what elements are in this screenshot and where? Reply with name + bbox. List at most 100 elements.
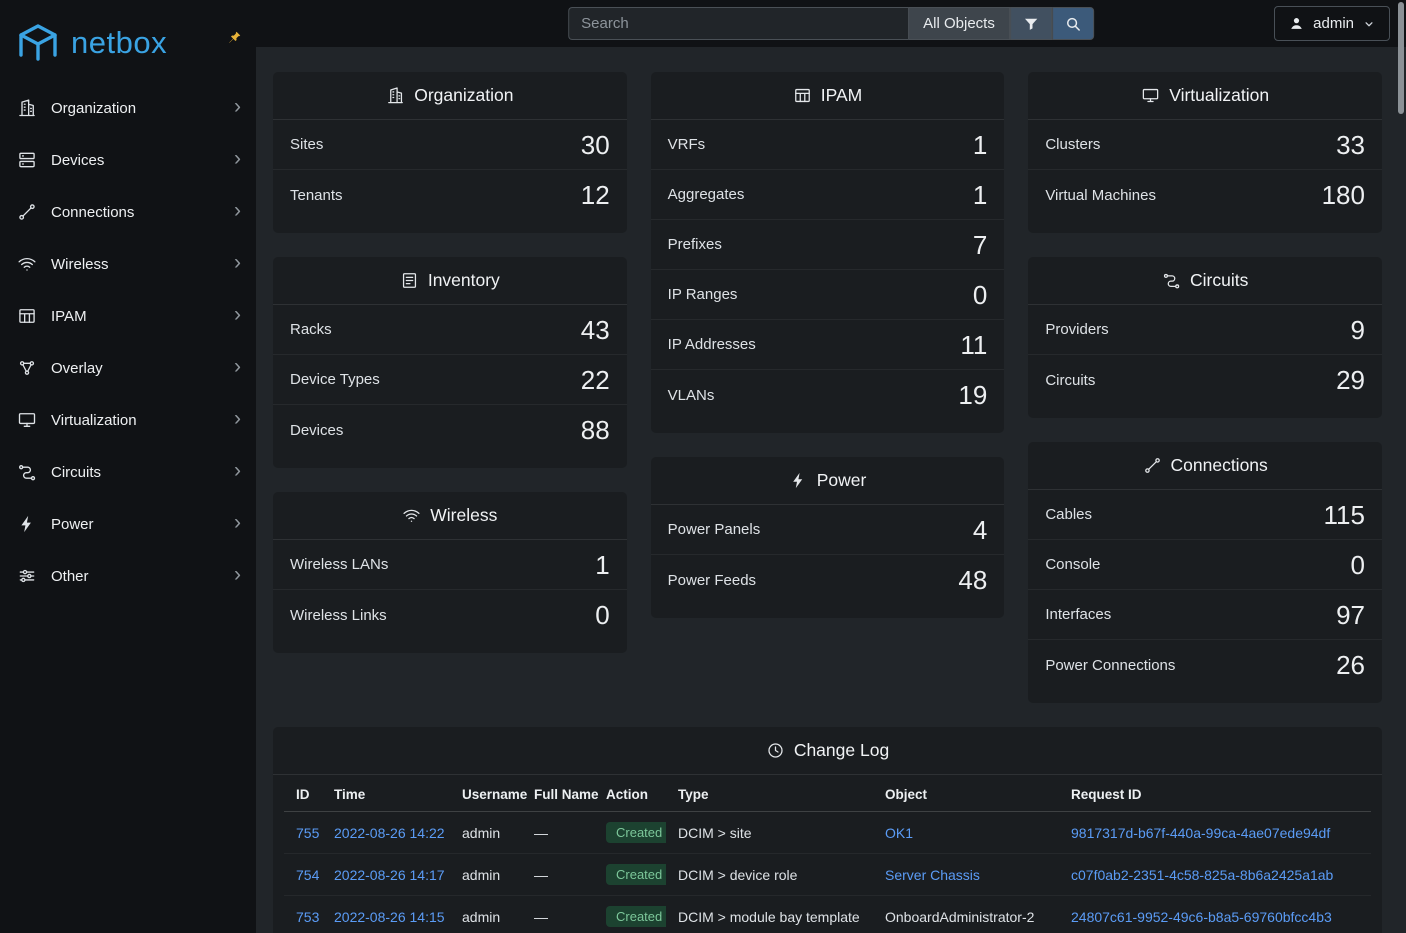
stat-value[interactable]: 48 (958, 567, 987, 593)
chevron-right-icon: › (234, 408, 241, 429)
stat-value[interactable]: 33 (1336, 132, 1365, 158)
sidebar-item-power[interactable]: Power› (0, 498, 256, 550)
stat-value[interactable]: 11 (960, 332, 987, 358)
bolt-icon (17, 514, 37, 534)
stat-value[interactable]: 12 (581, 182, 610, 208)
sidebar-item-overlay[interactable]: Overlay› (0, 342, 256, 394)
sidebar-item-devices[interactable]: Devices› (0, 134, 256, 186)
stat-label: Circuits (1045, 372, 1095, 389)
stat-row-console: Console0 (1028, 540, 1382, 590)
sidebar-item-circuits[interactable]: Circuits› (0, 446, 256, 498)
chevron-right-icon: › (234, 200, 241, 221)
dashboard-column: OrganizationSites30Tenants12InventoryRac… (273, 72, 627, 653)
sidebar-item-virtualization[interactable]: Virtualization› (0, 394, 256, 446)
column-header-time: Time (322, 775, 450, 812)
card-change-log: Change Log IDTimeUsernameFull NameAction… (273, 727, 1382, 933)
changelog-username: admin (462, 909, 500, 925)
changelog-id-link[interactable]: 755 (296, 825, 319, 841)
stat-row-vlans: VLANs19 (651, 370, 1005, 420)
changelog-request-id-link[interactable]: 24807c61-9952-49c6-b8a5-69760bfcc4b3 (1071, 909, 1332, 925)
stat-row-wireless-links: Wireless Links0 (273, 590, 627, 640)
stat-value[interactable]: 0 (1351, 552, 1365, 578)
sidebar-item-label: Power (51, 516, 94, 533)
stat-label: Aggregates (668, 186, 745, 203)
stat-label: Wireless LANs (290, 556, 388, 573)
stat-value[interactable]: 88 (581, 417, 610, 443)
changelog-full-name: — (534, 825, 548, 841)
sidebar-item-organization[interactable]: Organization› (0, 82, 256, 134)
sidebar-item-ipam[interactable]: IPAM› (0, 290, 256, 342)
filter-button[interactable] (1010, 7, 1052, 40)
bolt-icon (789, 471, 808, 490)
stat-value[interactable]: 1 (973, 182, 987, 208)
stat-value[interactable]: 22 (581, 367, 610, 393)
sidebar-item-other[interactable]: Other› (0, 550, 256, 602)
stat-value[interactable]: 0 (973, 282, 987, 308)
scrollbar-thumb[interactable] (1398, 2, 1404, 114)
stat-row-tenants: Tenants12 (273, 170, 627, 220)
stat-value[interactable]: 4 (973, 517, 987, 543)
changelog-time-link[interactable]: 2022-08-26 14:22 (334, 825, 445, 841)
object-type-selector[interactable]: All Objects (908, 7, 1010, 40)
search-submit-button[interactable] (1052, 7, 1094, 40)
changelog-id-link[interactable]: 754 (296, 867, 319, 883)
building-icon (17, 98, 37, 118)
stat-value[interactable]: 97 (1336, 602, 1365, 628)
column-header-id: ID (284, 775, 322, 812)
changelog-type: DCIM > site (678, 825, 752, 841)
stat-value[interactable]: 26 (1336, 652, 1365, 678)
stat-value[interactable]: 43 (581, 317, 610, 343)
stat-value[interactable]: 30 (581, 132, 610, 158)
sliders-icon (17, 566, 37, 586)
stat-value[interactable]: 1 (595, 552, 609, 578)
changelog-id-link[interactable]: 753 (296, 909, 319, 925)
stat-value[interactable]: 9 (1351, 317, 1365, 343)
stat-row-devices: Devices88 (273, 405, 627, 455)
monitor-icon (17, 410, 37, 430)
changelog-request-id-link[interactable]: c07f0ab2-2351-4c58-825a-8b6a2425a1ab (1071, 867, 1333, 883)
changelog-type: DCIM > module bay template (678, 909, 860, 925)
stat-value[interactable]: 1 (973, 132, 987, 158)
brand[interactable]: netbox (0, 0, 256, 82)
sidebar-item-label: Other (51, 568, 89, 585)
column-header-type: Type (666, 775, 873, 812)
wifi-icon (402, 506, 421, 525)
user-name: admin (1313, 15, 1354, 32)
changelog-table-wrap: IDTimeUsernameFull NameActionTypeObjectR… (273, 775, 1382, 933)
changelog-time-link[interactable]: 2022-08-26 14:15 (334, 909, 445, 925)
stat-value[interactable]: 29 (1336, 367, 1365, 393)
chevron-right-icon: › (234, 148, 241, 169)
changelog-object-link[interactable]: OK1 (885, 825, 913, 841)
stat-value[interactable]: 19 (958, 382, 987, 408)
graph-icon (17, 358, 37, 378)
sidebar-item-label: Wireless (51, 256, 109, 273)
column-header-object: Object (873, 775, 1059, 812)
chevron-down-icon (1362, 17, 1376, 31)
card-header: Virtualization (1028, 72, 1382, 120)
card-body: Cables115Console0Interfaces97Power Conne… (1028, 490, 1382, 703)
global-search: All Objects (568, 7, 1094, 40)
stat-value[interactable]: 180 (1322, 182, 1365, 208)
sidebar-item-connections[interactable]: Connections› (0, 186, 256, 238)
changelog-request-id-link[interactable]: 9817317d-b67f-440a-99ca-4ae07ede94df (1071, 825, 1330, 841)
card-title: Power (817, 470, 867, 491)
card-title: Virtualization (1169, 85, 1269, 106)
stat-value[interactable]: 0 (595, 602, 609, 628)
chevron-right-icon: › (234, 460, 241, 481)
card-header: Power (651, 457, 1005, 505)
sidebar-item-wireless[interactable]: Wireless› (0, 238, 256, 290)
column-header-username: Username (450, 775, 522, 812)
stat-label: IP Addresses (668, 336, 756, 353)
search-input[interactable] (568, 7, 908, 40)
stat-value[interactable]: 115 (1324, 502, 1365, 528)
stat-value[interactable]: 7 (973, 232, 987, 258)
changelog-time-link[interactable]: 2022-08-26 14:17 (334, 867, 445, 883)
sidebar-item-label: IPAM (51, 308, 87, 325)
changelog-object-link[interactable]: Server Chassis (885, 867, 980, 883)
dashboard-column: IPAMVRFs1Aggregates1Prefixes7IP Ranges0I… (651, 72, 1005, 618)
pin-sidebar-icon[interactable] (227, 30, 242, 45)
card-body: VRFs1Aggregates1Prefixes7IP Ranges0IP Ad… (651, 120, 1005, 433)
dashboard-grid: OrganizationSites30Tenants12InventoryRac… (273, 72, 1382, 703)
user-menu-button[interactable]: admin (1274, 6, 1390, 41)
card-ipam: IPAMVRFs1Aggregates1Prefixes7IP Ranges0I… (651, 72, 1005, 433)
